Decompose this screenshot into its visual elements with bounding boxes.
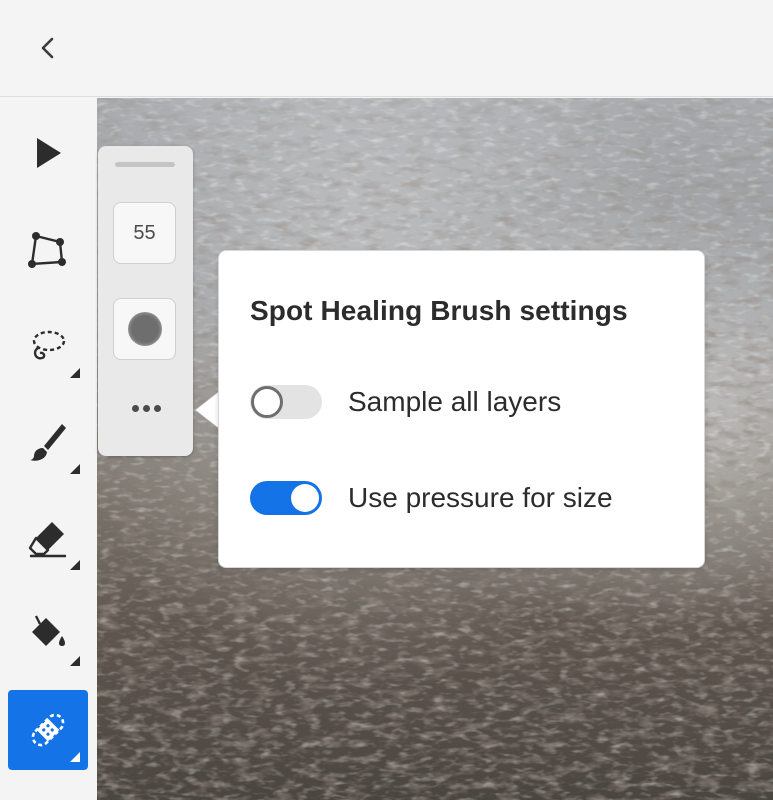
more-options-button[interactable] bbox=[126, 398, 166, 418]
transform-tool[interactable] bbox=[8, 210, 88, 290]
panel-drag-handle[interactable] bbox=[115, 162, 175, 167]
use-pressure-option[interactable]: Use pressure for size bbox=[250, 480, 613, 516]
submenu-indicator bbox=[70, 464, 80, 474]
use-pressure-label: Use pressure for size bbox=[348, 482, 613, 513]
top-bar bbox=[0, 0, 773, 97]
sample-all-layers-toggle[interactable] bbox=[250, 385, 322, 419]
toggle-knob bbox=[291, 484, 319, 512]
popover-arrow bbox=[196, 392, 219, 428]
popover-title: Spot Healing Brush settings bbox=[250, 295, 628, 326]
paint-bucket-icon bbox=[32, 615, 65, 646]
brush-options-panel: 55 bbox=[98, 146, 193, 456]
settings-popover: Spot Healing Brush settings Sample all l… bbox=[218, 250, 705, 568]
select-tool[interactable] bbox=[8, 114, 88, 194]
lasso-icon bbox=[32, 330, 66, 360]
brush-tool[interactable] bbox=[8, 402, 88, 482]
fill-tool[interactable] bbox=[8, 594, 88, 674]
brush-size-button[interactable]: 55 bbox=[113, 202, 176, 264]
sample-all-layers-option[interactable]: Sample all layers bbox=[250, 384, 561, 420]
brush-hardness-button[interactable] bbox=[113, 298, 176, 360]
toggle-knob bbox=[251, 386, 283, 418]
arrow-pointer-icon bbox=[37, 138, 61, 168]
eraser-icon bbox=[28, 522, 66, 558]
soft-brush-icon bbox=[127, 312, 162, 346]
brush-size-value: 55 bbox=[133, 221, 156, 244]
back-button[interactable] bbox=[28, 28, 68, 68]
bandage-icon bbox=[31, 713, 65, 747]
use-pressure-toggle[interactable] bbox=[250, 481, 322, 515]
spot-healing-tool[interactable] bbox=[8, 690, 88, 770]
more-dots-icon bbox=[131, 404, 139, 412]
submenu-indicator bbox=[70, 656, 80, 666]
submenu-indicator bbox=[70, 560, 80, 570]
submenu-indicator bbox=[70, 752, 80, 762]
sample-all-layers-label: Sample all layers bbox=[348, 386, 562, 417]
submenu-indicator bbox=[70, 368, 80, 378]
chevron-left-icon bbox=[41, 37, 54, 59]
lasso-tool[interactable] bbox=[8, 306, 88, 386]
eraser-tool[interactable] bbox=[8, 498, 88, 578]
left-toolbar bbox=[0, 98, 97, 800]
brush-icon bbox=[30, 424, 66, 461]
polygon-icon bbox=[28, 232, 66, 268]
